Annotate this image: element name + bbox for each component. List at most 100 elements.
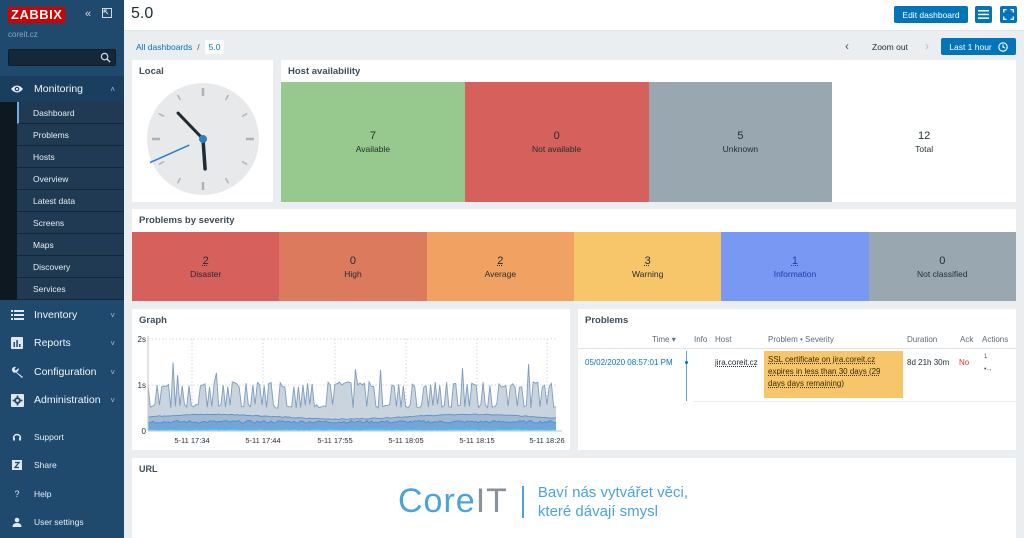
- menu-user-settings-label: User settings: [34, 517, 84, 527]
- severity-cell-information: 1 Information: [721, 232, 869, 301]
- host-count: 0: [553, 130, 560, 142]
- severity-cell-disaster: 2 Disaster: [132, 232, 280, 301]
- problem-time-link[interactable]: 05/02/2020 08:57:01 PM: [585, 358, 673, 367]
- problem-ack-link[interactable]: No: [959, 358, 969, 367]
- host-cell-available: 7 Available: [281, 82, 465, 202]
- menu-support[interactable]: Support: [0, 426, 124, 448]
- severity-count-link[interactable]: 1: [792, 255, 798, 267]
- chevron-down-icon: ˅: [110, 310, 115, 320]
- problem-actions-icon[interactable]: 1 •→: [984, 354, 993, 373]
- severity-count-link[interactable]: 3: [645, 255, 651, 267]
- host-status-label: Not available: [532, 144, 582, 154]
- row-divider: [693, 401, 1016, 402]
- breadcrumb-current[interactable]: 5.0: [204, 40, 225, 54]
- severity-count-link[interactable]: 2: [203, 255, 209, 267]
- host-count: 12: [918, 130, 931, 142]
- widget-title: URL: [139, 464, 158, 474]
- zabbix-logo[interactable]: ZABBIX: [8, 7, 66, 23]
- menu-configuration[interactable]: Configuration ˅: [0, 359, 124, 385]
- x-tick-label: 5-11 17:34: [174, 436, 209, 445]
- fullscreen-button[interactable]: [1000, 6, 1017, 23]
- sidebar-item-problems[interactable]: Problems: [17, 124, 124, 146]
- analog-clock: [147, 83, 259, 195]
- coreit-slogan: Baví nás vytvářet věci, které dávají smy…: [538, 483, 688, 521]
- sidebar-item-dashboard[interactable]: Dashboard: [17, 102, 124, 124]
- slogan-line-1: Baví nás vytvářet věci,: [537, 483, 688, 501]
- menu-reports[interactable]: Reports ˅: [0, 330, 124, 356]
- coreit-brand-it: IT: [475, 482, 508, 520]
- widget-title: Problems by severity: [139, 215, 235, 226]
- actions-arrow-icon: •→: [984, 365, 993, 373]
- sidebar-item-latest-data[interactable]: Latest data: [17, 190, 124, 212]
- host-status-label: Total: [915, 144, 934, 154]
- monitoring-submenu: Dashboard Problems Hosts Overview Latest…: [0, 102, 124, 300]
- problems-widget: Problems Time ▾ Info Host Problem • Seve…: [578, 309, 1016, 450]
- hamburger-icon: [978, 10, 989, 19]
- page-title: 5.0: [131, 5, 154, 22]
- menu-monitoring[interactable]: Monitoring ˄: [0, 76, 124, 102]
- sidebar-item-discovery[interactable]: Discovery: [17, 256, 124, 278]
- time-back-icon[interactable]: ‹: [845, 39, 849, 53]
- url-widget: URL CoreIT Baví nás vytvářet věci, které…: [132, 458, 1016, 538]
- sidebar-item-overview[interactable]: Overview: [17, 168, 124, 190]
- collapse-sidebar-icon[interactable]: «: [85, 8, 91, 20]
- host-count: 7: [369, 130, 376, 142]
- dashboard-actions-button[interactable]: [975, 6, 992, 23]
- problem-duration: 8d 21h 30m: [907, 358, 950, 367]
- zoom-out-button[interactable]: Zoom out: [872, 42, 908, 52]
- sidebar-item-services[interactable]: Services: [17, 278, 124, 300]
- menu-user-settings[interactable]: User settings: [0, 511, 124, 533]
- user-icon: [9, 517, 25, 527]
- severity-label: High: [344, 268, 362, 279]
- clock-center: [199, 135, 207, 143]
- server-name: coreit.cz: [8, 30, 38, 39]
- page-header: 5.0 Edit dashboard: [124, 0, 1024, 31]
- x-tick-label: 5-11 17:55: [317, 436, 352, 445]
- graph-chart[interactable]: 01s2s 5-11 17:34 5-11 17:44 5-11 17:55 5-11…: [132, 333, 570, 450]
- host-cell-total: 12 Total: [832, 82, 1016, 202]
- breadcrumb: All dashboards / 5.0: [136, 40, 225, 54]
- time-period-button[interactable]: Last 1 hour: [941, 38, 1016, 55]
- sidebar-item-maps[interactable]: Maps: [17, 234, 124, 256]
- menu-administration[interactable]: Administration ˅: [0, 387, 124, 413]
- time-forward-icon[interactable]: ›: [925, 39, 929, 53]
- share-icon: [9, 460, 25, 470]
- severity-count-link[interactable]: 2: [497, 255, 503, 267]
- slogan-line-2: které dávají smysl: [537, 502, 658, 520]
- sidebar-item-hosts[interactable]: Hosts: [17, 146, 124, 168]
- bar-chart-icon: [9, 337, 25, 349]
- table-row: 05/02/2020 08:57:01 PM jira.coreit.cz SS…: [578, 335, 1016, 402]
- kiosk-mode-icon[interactable]: [102, 8, 112, 21]
- y-tick-label: 0: [142, 427, 147, 436]
- menu-monitoring-label: Monitoring: [34, 83, 84, 95]
- menu-support-label: Support: [34, 432, 64, 442]
- coreit-logo: CoreIT: [398, 482, 508, 521]
- graph-widget: Graph 0 1s 2s 5-11 17:34 5-11 17:44 5-11 17:…: [132, 309, 570, 450]
- menu-inventory[interactable]: Inventory ˅: [0, 302, 124, 328]
- severity-cells: 2 Disaster 0 High 2 Average 3 Warning 1 …: [132, 232, 1016, 301]
- menu-share[interactable]: Share: [0, 454, 124, 476]
- menu-reports-label: Reports: [34, 337, 71, 349]
- clock-hour-hand: [201, 137, 207, 171]
- problem-host-link[interactable]: jira.coreit.cz: [715, 358, 758, 367]
- severity-label: Disaster: [190, 268, 222, 279]
- coreit-banner[interactable]: CoreIT Baví nás vytvářet věci, které dáv…: [398, 482, 688, 521]
- menu-inventory-label: Inventory: [34, 309, 78, 321]
- problem-description[interactable]: SSL certificate on jira.coreit.cz expire…: [764, 351, 903, 398]
- severity-count: 0: [939, 254, 946, 267]
- menu-configuration-label: Configuration: [34, 366, 97, 378]
- sidebar-item-screens[interactable]: Screens: [17, 212, 124, 234]
- problem-text: SSL certificate on jira.coreit.cz expire…: [768, 355, 881, 388]
- edit-dashboard-button[interactable]: Edit dashboard: [894, 6, 968, 23]
- breadcrumb-all-dashboards[interactable]: All dashboards: [136, 42, 192, 52]
- clock-icon: [998, 41, 1008, 52]
- graph-series: [147, 362, 557, 431]
- menu-help[interactable]: ? Help: [0, 483, 124, 505]
- host-availability-cells: 7 Available 0 Not available 5 Unknown 12…: [281, 82, 1016, 202]
- search-input[interactable]: [8, 49, 116, 66]
- severity-count: 0: [349, 254, 357, 267]
- host-cell-not-available: 0 Not available: [464, 82, 649, 202]
- host-count: 5: [737, 130, 744, 142]
- search-icon[interactable]: [100, 52, 111, 63]
- chevron-up-icon: ˄: [110, 84, 115, 94]
